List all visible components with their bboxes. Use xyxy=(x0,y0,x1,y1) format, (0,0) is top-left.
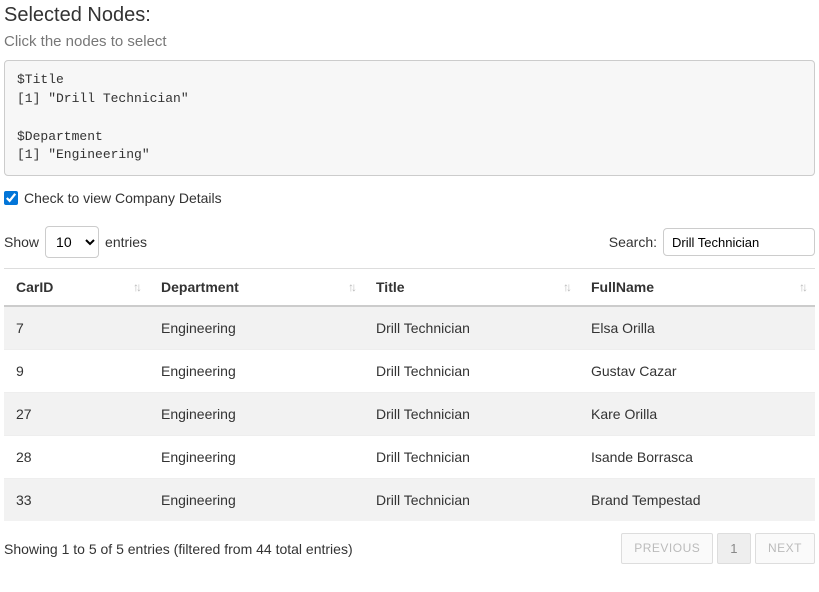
search-label: Search: xyxy=(609,234,657,250)
previous-button[interactable]: Previous xyxy=(621,533,713,564)
col-label: Title xyxy=(376,279,405,295)
col-label: CarID xyxy=(16,279,53,295)
sort-icon: ↑↓ xyxy=(133,280,139,294)
sort-icon: ↑↓ xyxy=(348,280,354,294)
length-suffix: entries xyxy=(105,234,147,250)
cell-fullname: Kare Orilla xyxy=(579,393,815,436)
selected-node-output: $Title [1] "Drill Technician" $Departmen… xyxy=(4,60,815,176)
cell-department: Engineering xyxy=(149,479,364,522)
table-row: 28 Engineering Drill Technician Isande B… xyxy=(4,436,815,479)
cell-carid: 27 xyxy=(4,393,149,436)
table-row: 33 Engineering Drill Technician Brand Te… xyxy=(4,479,815,522)
cell-carid: 7 xyxy=(4,306,149,350)
table-row: 7 Engineering Drill Technician Elsa Oril… xyxy=(4,306,815,350)
col-header-carid[interactable]: CarID ↑↓ xyxy=(4,269,149,307)
length-prefix: Show xyxy=(4,234,39,250)
cell-department: Engineering xyxy=(149,350,364,393)
cell-carid: 9 xyxy=(4,350,149,393)
length-select[interactable]: 10 xyxy=(45,226,99,258)
pagination: Previous 1 Next xyxy=(621,533,815,564)
col-header-department[interactable]: Department ↑↓ xyxy=(149,269,364,307)
cell-title: Drill Technician xyxy=(364,479,579,522)
cell-department: Engineering xyxy=(149,393,364,436)
cell-fullname: Brand Tempestad xyxy=(579,479,815,522)
sort-icon: ↑↓ xyxy=(799,280,805,294)
cell-department: Engineering xyxy=(149,306,364,350)
cell-title: Drill Technician xyxy=(364,350,579,393)
cell-title: Drill Technician xyxy=(364,436,579,479)
table-info: Showing 1 to 5 of 5 entries (filtered fr… xyxy=(4,541,353,557)
cell-carid: 28 xyxy=(4,436,149,479)
sort-icon: ↑↓ xyxy=(563,280,569,294)
col-label: Department xyxy=(161,279,239,295)
company-details-label: Check to view Company Details xyxy=(24,190,222,206)
col-header-fullname[interactable]: FullName ↑↓ xyxy=(579,269,815,307)
page-1-button[interactable]: 1 xyxy=(717,533,751,564)
table-row: 27 Engineering Drill Technician Kare Ori… xyxy=(4,393,815,436)
col-header-title[interactable]: Title ↑↓ xyxy=(364,269,579,307)
cell-title: Drill Technician xyxy=(364,306,579,350)
cell-title: Drill Technician xyxy=(364,393,579,436)
cell-fullname: Gustav Cazar xyxy=(579,350,815,393)
page-subtitle: Click the nodes to select xyxy=(4,33,815,50)
page-title: Selected Nodes: xyxy=(4,4,815,27)
table-row: 9 Engineering Drill Technician Gustav Ca… xyxy=(4,350,815,393)
cell-fullname: Isande Borrasca xyxy=(579,436,815,479)
cell-carid: 33 xyxy=(4,479,149,522)
data-table: CarID ↑↓ Department ↑↓ Title ↑↓ FullName… xyxy=(4,268,815,521)
company-details-checkbox[interactable] xyxy=(4,191,18,205)
next-button[interactable]: Next xyxy=(755,533,815,564)
cell-fullname: Elsa Orilla xyxy=(579,306,815,350)
col-label: FullName xyxy=(591,279,654,295)
cell-department: Engineering xyxy=(149,436,364,479)
search-input[interactable] xyxy=(663,228,815,256)
